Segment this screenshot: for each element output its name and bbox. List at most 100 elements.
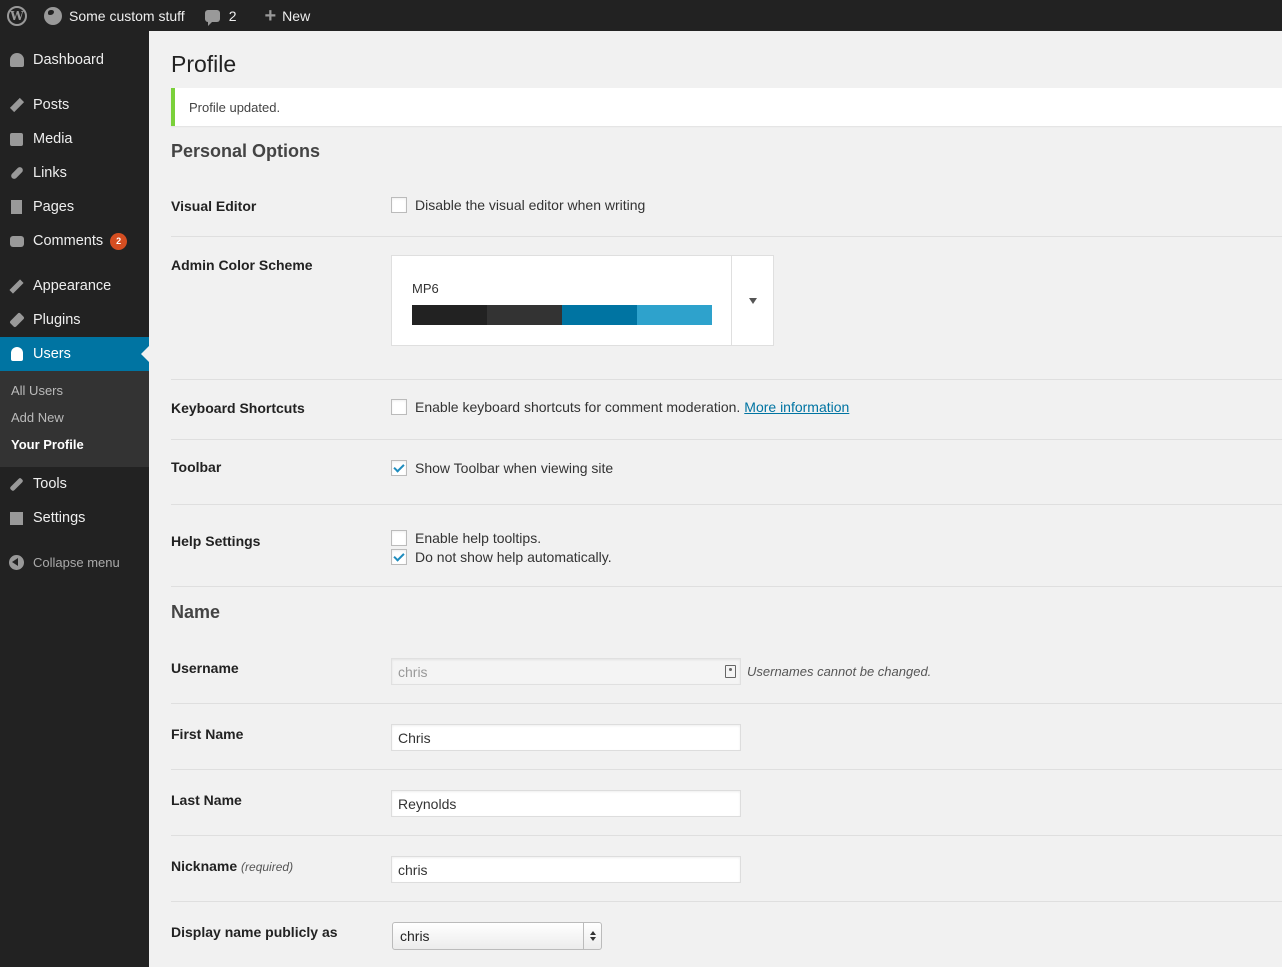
dashboard-icon — [8, 52, 25, 68]
username-hint: Usernames cannot be changed. — [747, 664, 932, 679]
divider — [171, 236, 1282, 237]
display-name-value: chris — [400, 928, 430, 944]
wordpress-logo-icon: W — [7, 5, 27, 26]
nickname-value: chris — [398, 861, 428, 878]
site-name-label: Some custom stuff — [69, 7, 185, 24]
plug-icon — [8, 312, 25, 328]
plus-icon: + — [264, 4, 277, 27]
last-name-input[interactable]: Reynolds — [391, 790, 741, 817]
collapse-menu-button[interactable]: Collapse menu — [0, 549, 149, 575]
sidebar-item-label: Comments — [33, 233, 104, 249]
admin-color-scheme-label: Admin Color Scheme — [171, 257, 313, 273]
divider — [171, 504, 1282, 505]
name-heading: Name — [171, 602, 221, 622]
dropdown-arrow-icon[interactable] — [731, 256, 773, 345]
sidebar-item-settings[interactable]: Settings — [0, 501, 149, 535]
keyboard-shortcuts-option-label: Enable keyboard shortcuts for comment mo… — [415, 399, 741, 415]
globe-icon — [44, 6, 62, 25]
help-auto-option-label: Do not show help automatically. — [415, 549, 612, 565]
select-arrows-icon — [583, 923, 601, 949]
help-tooltips-option: Enable help tooltips. — [391, 530, 541, 546]
toolbar-label: Toolbar — [171, 459, 222, 475]
sidebar-item-tools[interactable]: Tools — [0, 467, 149, 501]
sidebar-item-users[interactable]: Users — [0, 337, 149, 371]
link-icon — [8, 165, 25, 181]
id-card-icon — [725, 665, 736, 678]
more-information-link[interactable]: More information — [744, 399, 849, 415]
submenu-your-profile[interactable]: Your Profile — [11, 437, 84, 452]
username-label: Username — [171, 660, 239, 676]
comment-icon — [8, 233, 25, 249]
collapse-menu-label: Collapse menu — [33, 554, 120, 570]
submenu-all-users[interactable]: All Users — [11, 383, 63, 398]
username-input: chris — [391, 658, 741, 685]
new-content-label: New — [282, 7, 311, 24]
admin-bar: W Some custom stuff 2 + New — [0, 0, 1282, 31]
color-scheme-picker[interactable]: MP6 — [391, 255, 774, 346]
pushpin-icon — [8, 97, 25, 113]
sidebar-item-label: Links — [33, 165, 67, 181]
collapse-arrow-icon — [9, 554, 24, 570]
color-swatches — [412, 305, 712, 325]
divider — [171, 835, 1282, 836]
sidebar-item-label: Posts — [33, 97, 70, 113]
sidebar-item-label: Dashboard — [33, 52, 104, 68]
required-marker: (required) — [241, 860, 294, 874]
sidebar-item-posts[interactable]: Posts — [0, 88, 149, 122]
divider — [171, 703, 1282, 704]
sidebar-item-label: Users — [33, 346, 71, 362]
nickname-label: Nickname (required) — [171, 858, 293, 874]
help-auto-option: Do not show help automatically. — [391, 549, 612, 565]
color-swatch — [412, 305, 487, 325]
keyboard-shortcuts-label: Keyboard Shortcuts — [171, 400, 305, 416]
sidebar-item-links[interactable]: Links — [0, 156, 149, 190]
personal-options-heading: Personal Options — [171, 141, 321, 161]
sidebar-item-label: Tools — [33, 476, 67, 492]
color-swatch — [637, 305, 712, 325]
users-submenu: All Users Add New Your Profile — [0, 371, 149, 467]
profile-updated-notice: Profile updated. — [171, 88, 1282, 126]
submenu-add-new[interactable]: Add New — [11, 410, 64, 425]
sidebar-item-label: Settings — [33, 510, 86, 526]
disable-visual-editor-checkbox[interactable] — [391, 197, 407, 213]
sidebar-item-appearance[interactable]: Appearance — [0, 269, 149, 303]
display-name-select[interactable]: chris — [392, 922, 602, 950]
sidebar-item-pages[interactable]: Pages — [0, 190, 149, 224]
first-name-value: Chris — [398, 729, 431, 746]
sidebar-item-label: Media — [33, 131, 73, 147]
pages-icon — [8, 199, 25, 215]
sidebar-item-media[interactable]: Media — [0, 122, 149, 156]
notice-text: Profile updated. — [189, 99, 281, 115]
divider — [171, 586, 1282, 587]
help-settings-label: Help Settings — [171, 533, 261, 549]
visual-editor-option-label: Disable the visual editor when writing — [415, 197, 646, 213]
site-name-link[interactable]: Some custom stuff — [34, 0, 195, 31]
enable-help-tooltips-checkbox[interactable] — [391, 530, 407, 546]
last-name-value: Reynolds — [398, 795, 457, 812]
wordpress-logo-button[interactable]: W — [0, 0, 34, 31]
first-name-input[interactable]: Chris — [391, 724, 741, 751]
last-name-label: Last Name — [171, 792, 242, 808]
comments-count: 2 — [228, 7, 237, 24]
toolbar-option: Show Toolbar when viewing site — [391, 460, 613, 476]
page-title: Profile — [171, 51, 237, 77]
nickname-input[interactable]: chris — [391, 856, 741, 883]
keyboard-shortcuts-option: Enable keyboard shortcuts for comment mo… — [391, 399, 849, 415]
toolbar-option-label: Show Toolbar when viewing site — [415, 460, 614, 476]
no-auto-help-checkbox[interactable] — [391, 549, 407, 565]
color-scheme-name: MP6 — [412, 281, 439, 296]
keyboard-shortcuts-checkbox[interactable] — [391, 399, 407, 415]
sidebar-item-label: Appearance — [33, 278, 112, 294]
comments-count-badge: 2 — [110, 232, 128, 250]
sidebar-item-comments[interactable]: Comments 2 — [0, 224, 149, 258]
sidebar-item-label: Plugins — [33, 312, 81, 328]
color-swatch — [562, 305, 637, 325]
sidebar-item-plugins[interactable]: Plugins — [0, 303, 149, 337]
sidebar-item-dashboard[interactable]: Dashboard — [0, 43, 149, 77]
comments-link[interactable]: 2 — [195, 0, 247, 31]
show-toolbar-checkbox[interactable] — [391, 460, 407, 476]
settings-icon — [8, 510, 25, 526]
new-content-link[interactable]: + New — [254, 0, 320, 31]
visual-editor-option: Disable the visual editor when writing — [391, 197, 645, 213]
divider — [171, 769, 1282, 770]
